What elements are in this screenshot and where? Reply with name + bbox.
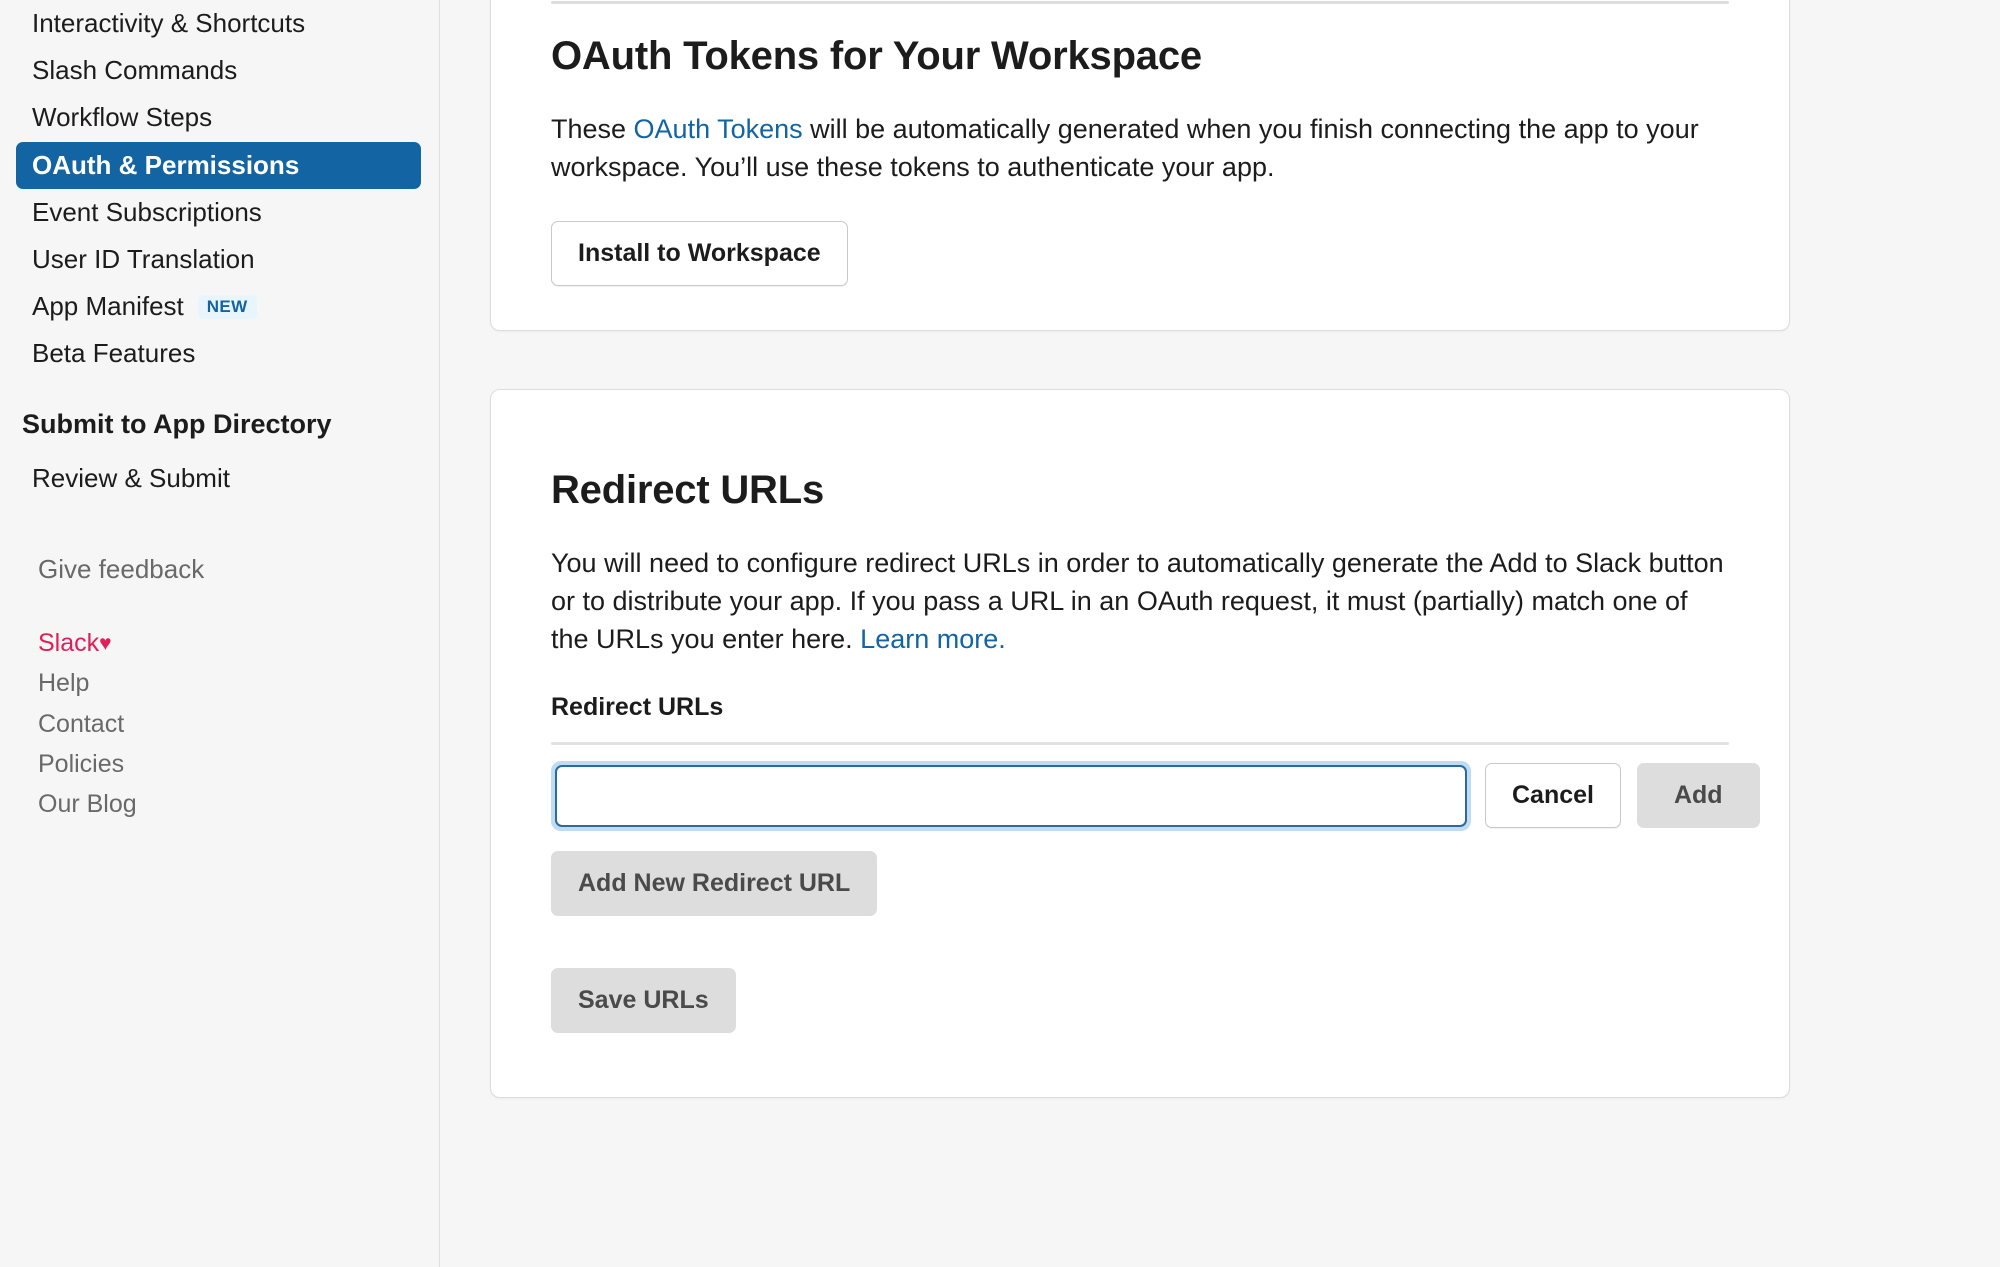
redirect-urls-title: Redirect URLs (551, 467, 825, 512)
sidebar-item-label: OAuth & Permissions (32, 149, 300, 180)
main-content: OAuth Tokens for Your Workspace These OA… (440, 0, 2000, 1267)
new-badge: NEW (197, 294, 257, 319)
give-feedback-link[interactable]: Give feedback (38, 554, 421, 585)
sidebar-item-workflow-steps[interactable]: Workflow Steps (16, 94, 421, 141)
footer-link-contact[interactable]: Contact (38, 706, 439, 742)
oauth-tokens-link[interactable]: OAuth Tokens (634, 114, 803, 144)
redirect-urls-field-label: Redirect URLs (551, 692, 724, 721)
redirect-urls-card: Redirect URLs You will need to configure… (490, 388, 1790, 1098)
sidebar-item-event-subscriptions[interactable]: Event Subscriptions (16, 189, 421, 236)
add-button[interactable]: Add (1636, 763, 1760, 829)
sidebar-section-title: Submit to App Directory (22, 408, 332, 439)
footer-link-help[interactable]: Help (38, 665, 439, 701)
sidebar-item-label: User ID Translation (32, 243, 255, 274)
app-page: Interactivity & Shortcuts Slash Commands… (0, 0, 2000, 1267)
redirect-url-input[interactable] (555, 764, 1467, 827)
sidebar-item-label: Workflow Steps (32, 102, 213, 133)
footer-link-our-blog[interactable]: Our Blog (38, 786, 439, 822)
sidebar-item-label: Interactivity & Shortcuts (32, 8, 306, 38)
field-divider (551, 741, 1729, 745)
redirect-urls-description: You will need to configure redirect URLs… (551, 544, 1729, 659)
sidebar-footer-links: Slack♥ Help Contact Policies Our Blog (38, 625, 439, 822)
learn-more-link[interactable]: Learn more. (860, 624, 1006, 654)
sidebar-item-interactivity-shortcuts[interactable]: Interactivity & Shortcuts (16, 0, 421, 47)
footer-link-policies[interactable]: Policies (38, 746, 439, 782)
install-to-workspace-button[interactable]: Install to Workspace (551, 220, 848, 286)
sidebar-item-review-submit[interactable]: Review & Submit (16, 455, 244, 502)
save-urls-button[interactable]: Save URLs (551, 967, 736, 1033)
sidebar-item-user-id-translation[interactable]: User ID Translation (16, 236, 421, 283)
redirect-url-focus-ring (551, 760, 1471, 831)
footer-link-label: Slack (38, 629, 100, 658)
sidebar-item-oauth-permissions[interactable]: OAuth & Permissions (16, 141, 421, 189)
oauth-tokens-title: OAuth Tokens for Your Workspace (551, 34, 1202, 78)
cancel-button[interactable]: Cancel (1485, 763, 1621, 829)
oauth-tokens-card: OAuth Tokens for Your Workspace These OA… (490, 0, 1790, 331)
sidebar-item-beta-features[interactable]: Beta Features (16, 330, 421, 377)
oauth-desc-part1: These (551, 114, 634, 144)
sidebar-nav-list: Interactivity & Shortcuts Slash Commands… (0, 0, 439, 378)
sidebar-item-label: Beta Features (32, 338, 196, 369)
sidebar-item-label: App Manifest (32, 291, 184, 322)
redirect-desc-text: You will need to configure redirect URLs… (551, 547, 1724, 655)
sidebar-item-label: Event Subscriptions (32, 196, 262, 227)
heart-icon: ♥ (99, 632, 112, 656)
oauth-tokens-description: These OAuth Tokens will be automatically… (551, 110, 1729, 187)
sidebar-item-app-manifest[interactable]: App Manifest NEW (16, 283, 421, 330)
sidebar-item-slash-commands[interactable]: Slash Commands (16, 47, 421, 94)
card-top-divider (551, 1, 1729, 4)
footer-link-slack[interactable]: Slack♥ (38, 625, 439, 661)
add-new-redirect-url-button[interactable]: Add New Redirect URL (551, 850, 878, 916)
sidebar-item-label: Slash Commands (32, 55, 238, 86)
redirect-url-input-row: Cancel Add (551, 760, 1760, 831)
sidebar: Interactivity & Shortcuts Slash Commands… (0, 0, 440, 1267)
